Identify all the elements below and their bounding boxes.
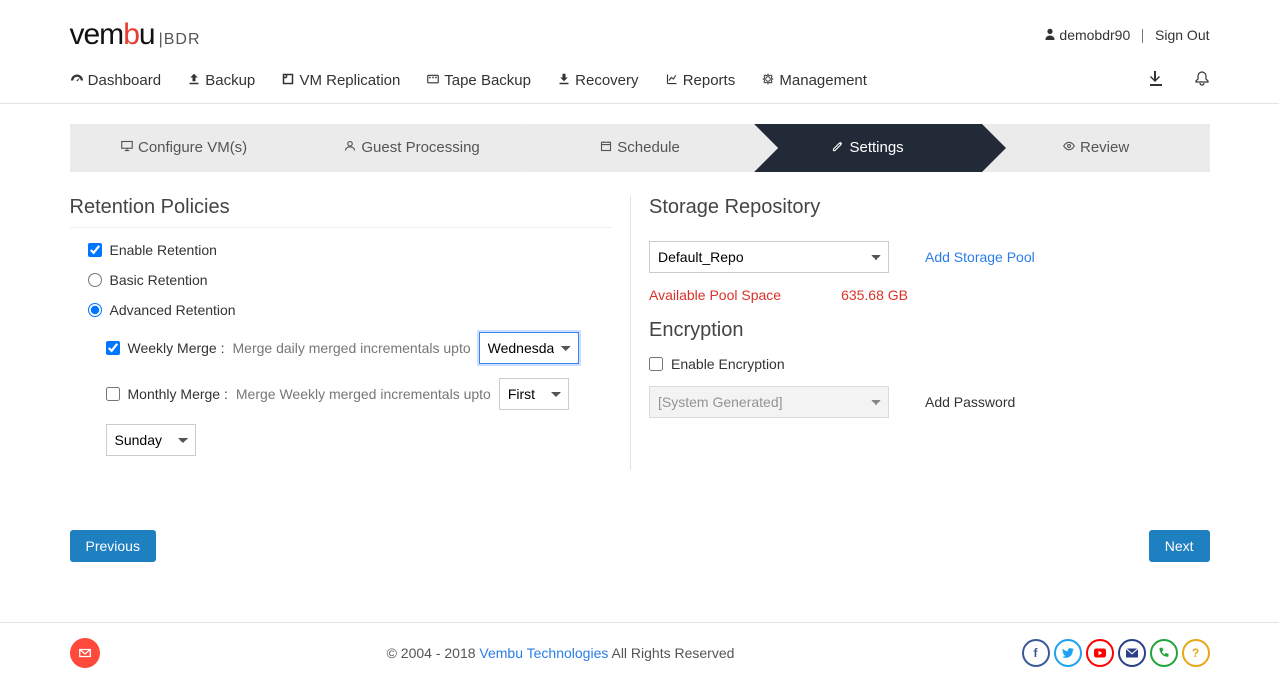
youtube-icon[interactable] (1086, 639, 1114, 667)
storage-repo-select[interactable]: Default_Repo (649, 241, 889, 273)
available-pool-label: Available Pool Space (649, 287, 781, 303)
next-button[interactable]: Next (1149, 530, 1210, 562)
nav-recovery[interactable]: Recovery (557, 72, 639, 89)
download-icon[interactable] (1148, 70, 1164, 91)
enable-encryption-label: Enable Encryption (671, 356, 785, 372)
logo[interactable]: vembu|BDR (70, 18, 201, 52)
enable-retention-label: Enable Retention (110, 242, 217, 258)
facebook-icon[interactable]: f (1022, 639, 1050, 667)
encryption-title: Encryption (649, 319, 1192, 342)
weekly-merge-day-select[interactable]: Wednesday (479, 332, 579, 364)
step-review[interactable]: Review (982, 124, 1210, 172)
nav-dashboard[interactable]: Dashboard (70, 72, 162, 89)
nav-management[interactable]: Management (761, 72, 867, 89)
basic-retention-label: Basic Retention (110, 272, 208, 288)
nav-vm-replication[interactable]: VM Replication (281, 72, 400, 89)
nav-backup[interactable]: Backup (187, 72, 255, 89)
enable-encryption-checkbox[interactable] (649, 357, 663, 371)
twitter-icon[interactable] (1054, 639, 1082, 667)
user-icon (1044, 27, 1060, 43)
help-icon[interactable]: ? (1182, 639, 1210, 667)
weekly-merge-desc: Merge daily merged incrementals upto (233, 340, 471, 356)
step-configure-vms[interactable]: Configure VM(s) (70, 124, 298, 172)
enable-retention-checkbox[interactable] (88, 243, 102, 257)
monthly-merge-day-select[interactable]: Sunday (106, 424, 196, 456)
copyright-text: © 2004 - 2018 Vembu Technologies All Rig… (387, 645, 735, 661)
sign-out-link[interactable]: Sign Out (1155, 27, 1209, 43)
mail-icon[interactable] (1118, 639, 1146, 667)
previous-button[interactable]: Previous (70, 530, 156, 562)
weekly-merge-label: Weekly Merge : (128, 340, 225, 356)
company-link[interactable]: Vembu Technologies (479, 645, 608, 661)
phone-icon[interactable] (1150, 639, 1178, 667)
step-settings[interactable]: Settings (754, 124, 982, 172)
available-pool-value: 635.68 GB (841, 287, 908, 303)
storage-title: Storage Repository (649, 196, 1192, 227)
username[interactable]: demobdr90 (1059, 27, 1130, 43)
retention-title: Retention Policies (70, 196, 613, 228)
advanced-retention-label: Advanced Retention (110, 302, 236, 318)
monthly-merge-week-select[interactable]: First (499, 378, 569, 410)
nav-reports[interactable]: Reports (665, 72, 736, 89)
step-schedule[interactable]: Schedule (526, 124, 754, 172)
monthly-merge-checkbox[interactable] (106, 387, 120, 401)
nav-tape-backup[interactable]: Tape Backup (426, 72, 531, 89)
monthly-merge-label: Monthly Merge : (128, 386, 228, 402)
wizard-steps: Configure VM(s) Guest Processing Schedul… (70, 124, 1210, 172)
bell-icon[interactable] (1194, 70, 1210, 91)
envelope-icon[interactable] (70, 638, 100, 668)
add-password-link[interactable]: Add Password (925, 394, 1015, 410)
weekly-merge-checkbox[interactable] (106, 341, 120, 355)
step-guest-processing[interactable]: Guest Processing (298, 124, 526, 172)
monthly-merge-desc: Merge Weekly merged incrementals upto (236, 386, 491, 402)
advanced-retention-radio[interactable] (88, 303, 102, 317)
basic-retention-radio[interactable] (88, 273, 102, 287)
encryption-password-select: [System Generated] (649, 386, 889, 418)
add-storage-pool-link[interactable]: Add Storage Pool (925, 249, 1035, 265)
